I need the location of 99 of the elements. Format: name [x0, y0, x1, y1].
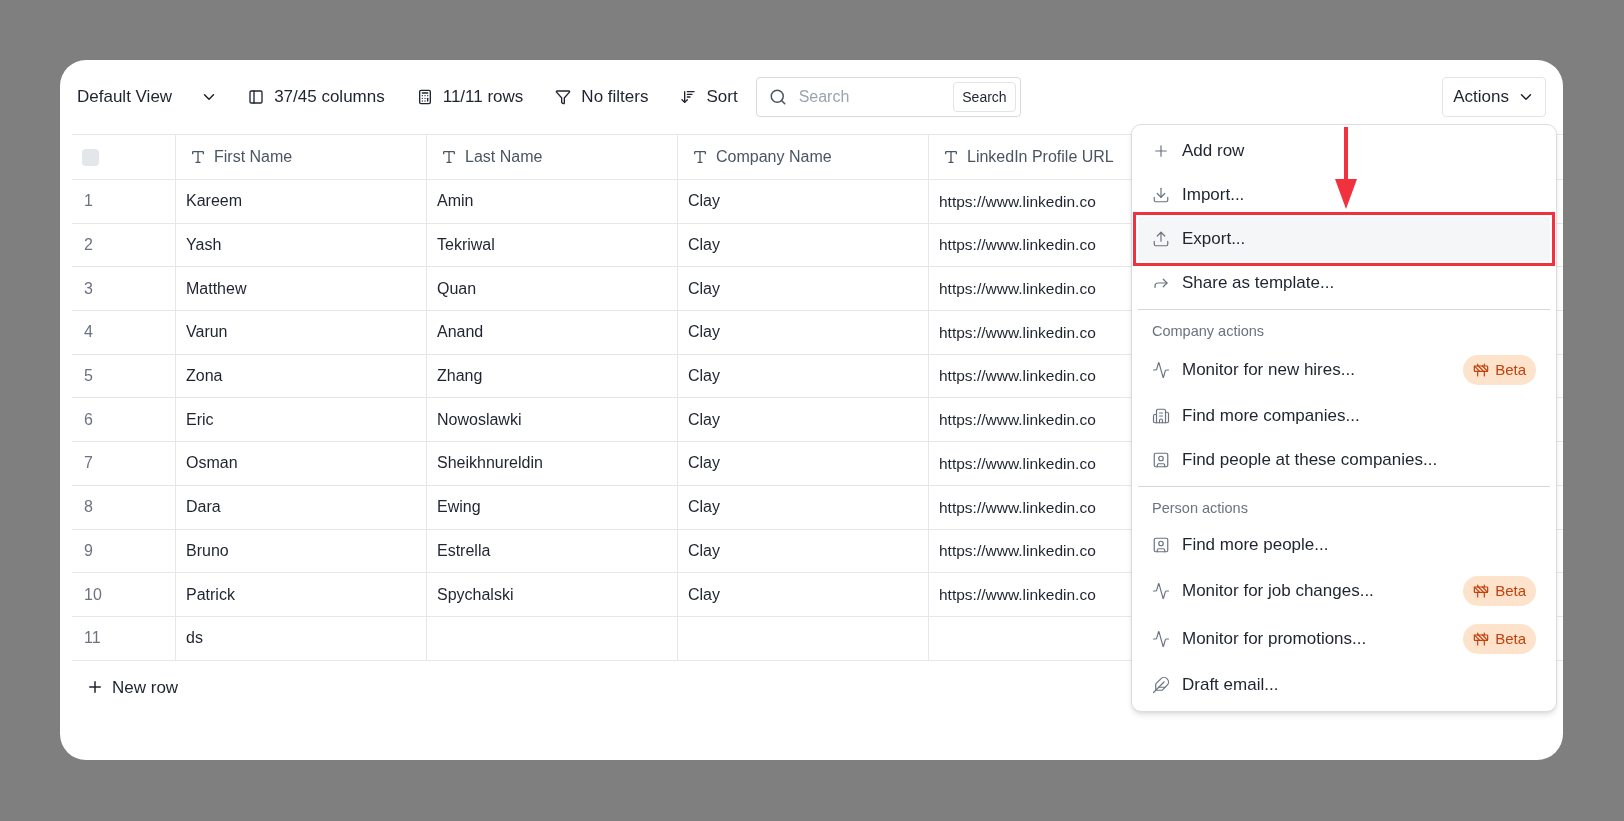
- column-header[interactable]: Company Name: [678, 135, 929, 179]
- table-cell-text: Clay: [688, 366, 720, 387]
- table-cell-text: Varun: [186, 322, 228, 343]
- row-number: 5: [84, 366, 93, 387]
- column-header[interactable]: Last Name: [427, 135, 678, 179]
- row-number: 11: [84, 628, 101, 649]
- table-cell-text: https://www.linkedin.co: [939, 235, 1096, 256]
- table-cell-text: Zona: [186, 366, 223, 387]
- feather-icon: [1152, 676, 1170, 694]
- section-heading: Company actions: [1151, 322, 1266, 342]
- text-type-icon: [692, 149, 708, 165]
- filter-icon: [555, 89, 572, 105]
- toolbar-button[interactable]: 37/45 columns: [248, 84, 385, 110]
- table-cell-text: Amin: [437, 191, 474, 212]
- contact-card-icon: [1152, 536, 1170, 554]
- pulse-icon: [1152, 361, 1170, 379]
- row-number: 3: [84, 278, 93, 299]
- actions-button[interactable]: Actions: [1442, 77, 1546, 117]
- table-cell-text: Nowoslawki: [437, 409, 522, 430]
- building-icon: [1152, 407, 1170, 425]
- pulse-icon: [1152, 582, 1170, 600]
- search-field[interactable]: Search Search: [755, 77, 1021, 117]
- table-cell-text: Quan: [437, 278, 477, 299]
- search-icon: [768, 88, 787, 106]
- table-cell-text: Yash: [186, 235, 222, 256]
- table-cell-text: Ewing: [437, 497, 481, 518]
- column-header[interactable]: First Name: [176, 135, 427, 179]
- table-cell-text: Patrick: [186, 584, 235, 605]
- menu-item[interactable]: Find people at these companies...: [1138, 438, 1550, 482]
- upload-icon: [1152, 230, 1170, 248]
- table-cell-text: Anand: [437, 322, 484, 343]
- search-button[interactable]: Search: [953, 82, 1016, 112]
- toolbar-button[interactable]: Sort: [680, 84, 738, 110]
- table-cell-text: Zhang: [437, 366, 483, 387]
- table-cell-text: ds: [186, 628, 203, 649]
- row-number: 8: [84, 497, 93, 518]
- table-cell-text: https://www.linkedin.co: [939, 191, 1096, 212]
- menu-item[interactable]: Share as template...: [1138, 261, 1550, 305]
- row-number: 1: [84, 191, 93, 212]
- menu-item[interactable]: Add row: [1138, 129, 1550, 173]
- table-cell-text: Dara: [186, 497, 221, 518]
- download-icon: [1152, 186, 1170, 204]
- row-number: 2: [84, 235, 93, 256]
- text-type-icon: [190, 149, 206, 165]
- menu-item[interactable]: Monitor for job changes... Beta: [1138, 567, 1550, 615]
- plus-icon: [1152, 142, 1170, 160]
- beta-badge: Beta: [1463, 355, 1536, 385]
- table-cell-text: Matthew: [186, 278, 247, 299]
- table-cell-text: Eric: [186, 409, 214, 430]
- section-heading: Person actions: [1151, 499, 1249, 519]
- table-cell-text: Clay: [688, 584, 720, 605]
- table-cell-text: Osman: [186, 453, 238, 474]
- beta-badge: Beta: [1463, 576, 1536, 606]
- table-cell-text: https://www.linkedin.co: [939, 541, 1096, 562]
- contact-card-icon: [1152, 451, 1170, 469]
- menu-item[interactable]: Find more people...: [1138, 523, 1550, 567]
- view-selector[interactable]: Default View: [77, 84, 219, 110]
- pulse-icon: [1152, 630, 1170, 648]
- table-cell-text: Clay: [688, 409, 720, 430]
- table-cell-text: Spychalski: [437, 584, 514, 605]
- table-cell-text: Clay: [688, 235, 720, 256]
- table-cell-text: https://www.linkedin.co: [939, 497, 1096, 518]
- row-number: 10: [84, 584, 102, 605]
- table-cell-text: https://www.linkedin.co: [939, 584, 1096, 605]
- table-cell-text: Clay: [688, 540, 720, 561]
- menu-item[interactable]: Find more companies...: [1138, 394, 1550, 438]
- table-cell-text: https://www.linkedin.co: [939, 453, 1096, 474]
- text-type-icon: [441, 149, 457, 165]
- table-cell-text: https://www.linkedin.co: [939, 279, 1096, 300]
- columns-icon: [248, 89, 265, 105]
- table-cell-text: Tekriwal: [437, 235, 495, 256]
- toolbar-button[interactable]: No filters: [555, 84, 649, 110]
- table-cell-text: Kareem: [186, 191, 243, 212]
- row-number: 7: [84, 453, 93, 474]
- table-cell-text: Clay: [688, 322, 720, 343]
- table-cell-text: https://www.linkedin.co: [939, 322, 1096, 343]
- table-cell-text: Clay: [688, 191, 720, 212]
- table-cell-text: https://www.linkedin.co: [939, 410, 1096, 431]
- table-cell-text: Clay: [688, 497, 720, 518]
- row-number: 6: [84, 409, 93, 430]
- menu-item[interactable]: Import...: [1138, 173, 1550, 217]
- text-type-icon: [943, 149, 959, 165]
- table-cell-text: https://www.linkedin.co: [939, 366, 1096, 387]
- menu-item[interactable]: Monitor for new hires... Beta: [1138, 346, 1550, 394]
- menu-item[interactable]: Monitor for promotions... Beta: [1138, 615, 1550, 663]
- beta-badge: Beta: [1463, 624, 1536, 654]
- table-cell-text: Clay: [688, 278, 720, 299]
- new-row-button[interactable]: New row: [86, 674, 179, 701]
- calculator-icon: [416, 89, 433, 105]
- table-cell-text: Sheikhnureldin: [437, 453, 543, 474]
- select-all-checkbox[interactable]: [82, 148, 99, 166]
- toolbar-button[interactable]: 11/11 rows: [416, 84, 524, 110]
- table-cell-text: Clay: [688, 453, 720, 474]
- sort-icon: [680, 89, 697, 105]
- menu-item[interactable]: Draft email...: [1138, 663, 1550, 707]
- table-cell-text: Estrella: [437, 540, 491, 561]
- row-number: 4: [84, 322, 93, 343]
- row-number: 9: [84, 540, 93, 561]
- table-cell-text: Bruno: [186, 540, 229, 561]
